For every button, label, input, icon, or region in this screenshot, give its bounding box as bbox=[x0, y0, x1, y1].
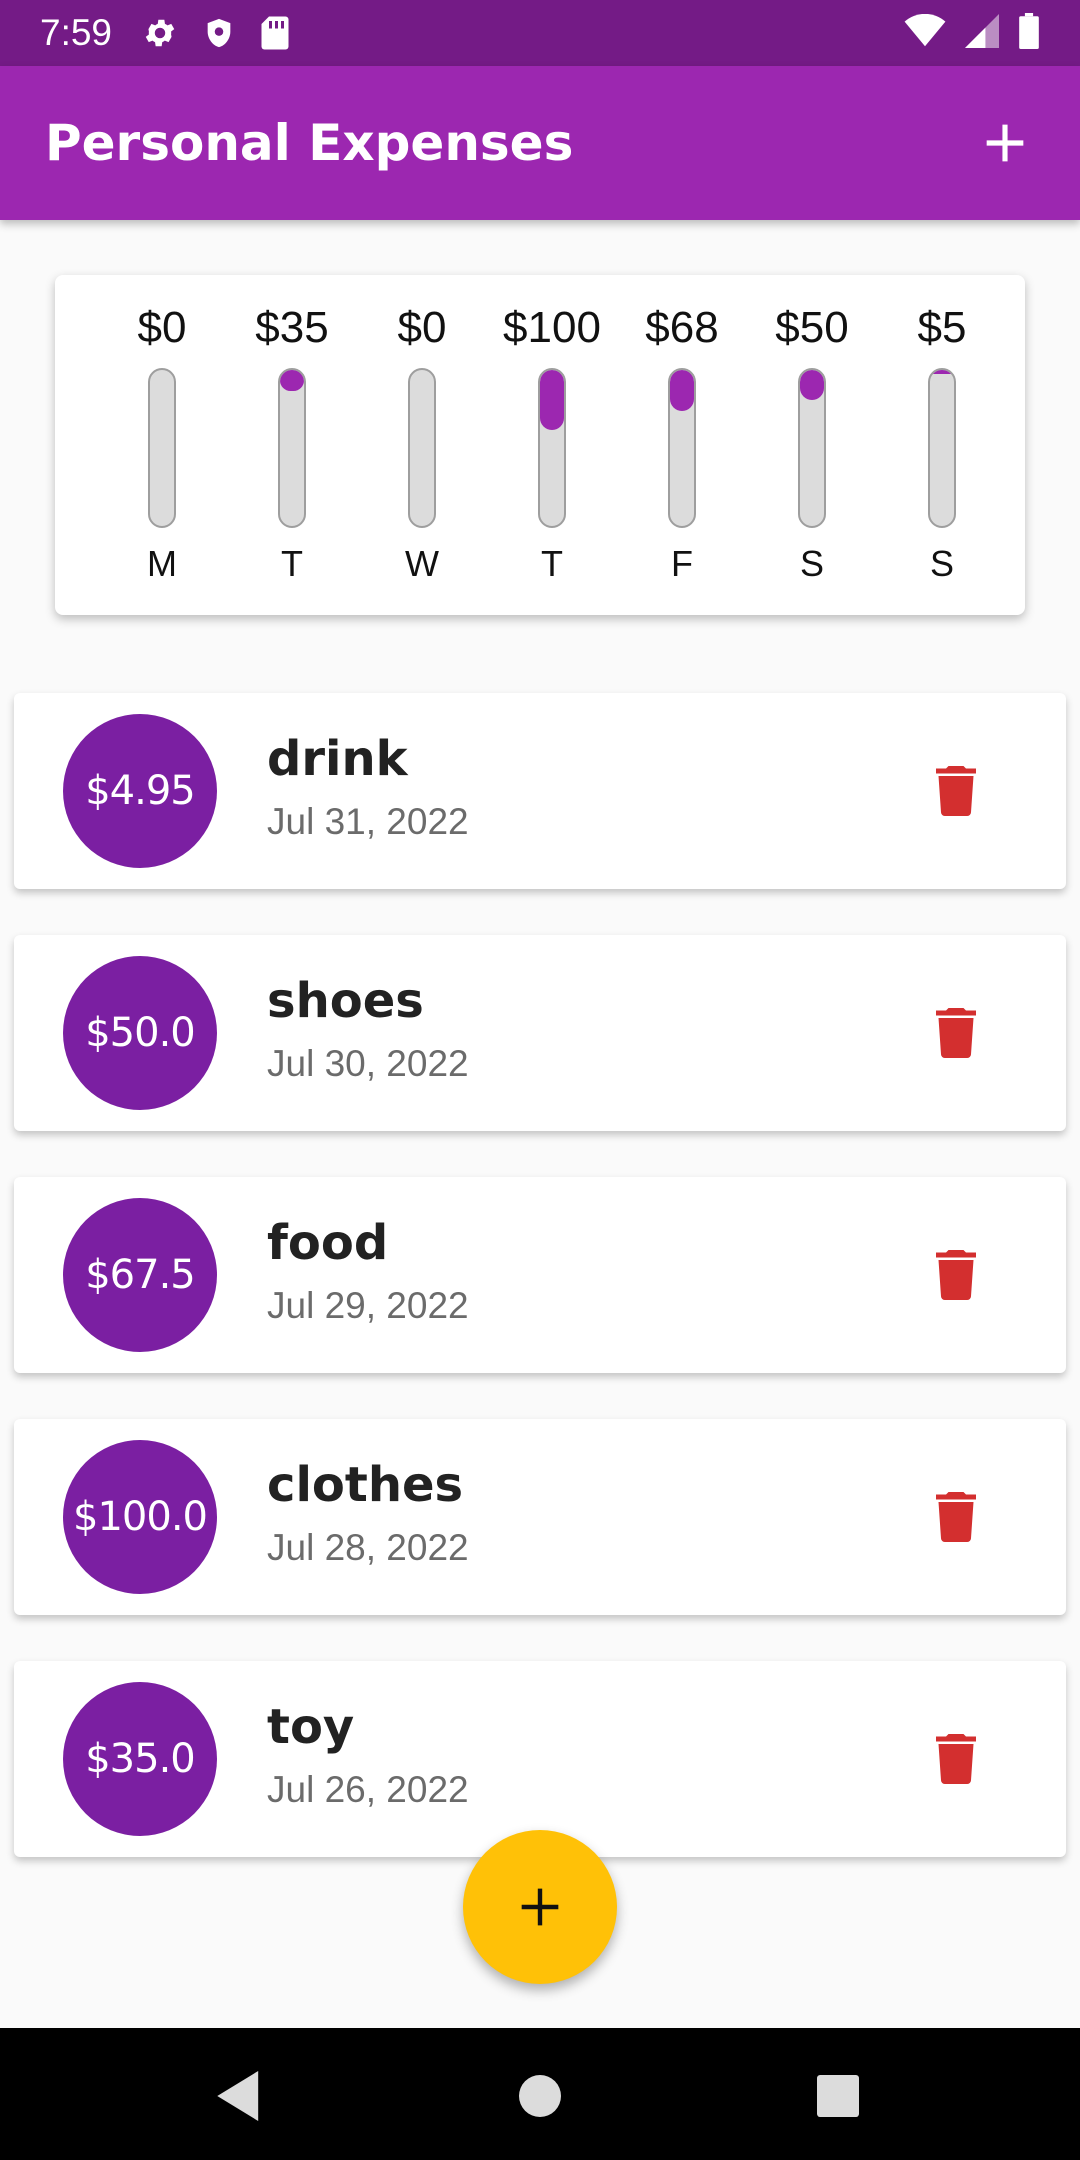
status-right-icons bbox=[904, 12, 1040, 54]
expense-title: food bbox=[267, 1215, 389, 1271]
expense-amount-badge: $4.95 bbox=[63, 714, 217, 868]
home-icon[interactable] bbox=[510, 2066, 570, 2126]
expense-amount-badge: $67.5 bbox=[63, 1198, 217, 1352]
chart-day-column: $0 M bbox=[97, 275, 227, 615]
chart-day-bar-fill bbox=[280, 370, 304, 391]
sd-card-icon bbox=[260, 15, 290, 51]
expense-list-item: $100.0 clothes Jul 28, 2022 bbox=[14, 1419, 1066, 1615]
chart-day-bar bbox=[928, 368, 956, 528]
chart-day-amount: $68 bbox=[645, 303, 719, 352]
chart-day-amount: $5 bbox=[917, 303, 967, 352]
trash-icon bbox=[936, 766, 976, 816]
expense-title: clothes bbox=[267, 1457, 464, 1513]
chart-day-amount: $35 bbox=[255, 303, 329, 352]
trash-icon bbox=[936, 1492, 976, 1542]
chart-day-column: $100 T bbox=[487, 275, 617, 615]
chart-day-label: T bbox=[281, 543, 303, 584]
chart-day-label: T bbox=[541, 543, 563, 584]
chart-day-label: M bbox=[147, 543, 177, 584]
expense-amount-badge: $35.0 bbox=[63, 1682, 217, 1836]
chart-day-column: $0 W bbox=[357, 275, 487, 615]
chart-day-bar-fill bbox=[540, 370, 564, 430]
expense-date: Jul 26, 2022 bbox=[267, 1769, 469, 1810]
chart-day-amount: $50 bbox=[775, 303, 849, 352]
expense-date: Jul 31, 2022 bbox=[267, 801, 469, 842]
app-title: Personal Expenses bbox=[45, 114, 574, 172]
chart-day-bar bbox=[148, 368, 176, 528]
expense-title: drink bbox=[267, 731, 408, 787]
signal-icon bbox=[964, 13, 1000, 53]
expense-title: shoes bbox=[267, 973, 424, 1029]
chart-day-bar-fill bbox=[930, 370, 954, 374]
chart-day-column: $35 T bbox=[227, 275, 357, 615]
nav-bar bbox=[0, 2028, 1080, 2160]
expense-date: Jul 28, 2022 bbox=[267, 1527, 469, 1568]
chart-day-bar bbox=[408, 368, 436, 528]
expense-date: Jul 29, 2022 bbox=[267, 1285, 469, 1326]
expense-list-item: $4.95 drink Jul 31, 2022 bbox=[14, 693, 1066, 889]
status-time: 7:59 bbox=[40, 12, 113, 53]
chart-day-bar bbox=[668, 368, 696, 528]
add-expense-fab[interactable] bbox=[463, 1830, 617, 1984]
chart-day-column: $68 F bbox=[617, 275, 747, 615]
recents-icon[interactable] bbox=[808, 2066, 868, 2126]
delete-expense-button[interactable] bbox=[926, 761, 986, 821]
delete-expense-button[interactable] bbox=[926, 1245, 986, 1305]
chart-day-bar bbox=[538, 368, 566, 528]
chart-day-label: S bbox=[799, 543, 824, 584]
add-icon[interactable] bbox=[975, 113, 1035, 173]
chart-day-bar-fill bbox=[800, 370, 824, 400]
chart-day-amount: $0 bbox=[397, 303, 447, 352]
expense-list-item: $50.0 shoes Jul 30, 2022 bbox=[14, 935, 1066, 1131]
battery-icon bbox=[1018, 12, 1040, 54]
wifi-icon bbox=[904, 13, 946, 53]
status-bar: 7:59 bbox=[0, 0, 1080, 66]
settings-icon bbox=[142, 15, 178, 51]
trash-icon bbox=[936, 1008, 976, 1058]
shield-icon bbox=[202, 15, 236, 51]
chart-day-bar bbox=[798, 368, 826, 528]
chart-day-label: S bbox=[929, 543, 954, 584]
chart-day-column: $5 S bbox=[877, 275, 1007, 615]
chart-day-amount: $0 bbox=[137, 303, 187, 352]
expense-title: toy bbox=[267, 1699, 355, 1755]
expense-list-item: $67.5 food Jul 29, 2022 bbox=[14, 1177, 1066, 1373]
expense-list-item: $35.0 toy Jul 26, 2022 bbox=[14, 1661, 1066, 1857]
expense-date: Jul 30, 2022 bbox=[267, 1043, 469, 1084]
weekly-chart: $0 M $35 T $0 W $100 T $68 F $50 S $5 S bbox=[55, 275, 1025, 615]
screen: 7:59 Personal Expenses $0 M $35 T $0 W $… bbox=[0, 0, 1080, 2160]
back-icon[interactable] bbox=[210, 2066, 270, 2126]
trash-icon bbox=[936, 1734, 976, 1784]
chart-day-label: W bbox=[405, 543, 439, 584]
delete-expense-button[interactable] bbox=[926, 1729, 986, 1789]
chart-day-amount: $100 bbox=[503, 303, 601, 352]
chart-day-column: $50 S bbox=[747, 275, 877, 615]
chart-day-bar-fill bbox=[670, 370, 694, 411]
chart-day-label: F bbox=[671, 543, 693, 584]
expense-amount-badge: $50.0 bbox=[63, 956, 217, 1110]
delete-expense-button[interactable] bbox=[926, 1003, 986, 1063]
trash-icon bbox=[936, 1250, 976, 1300]
delete-expense-button[interactable] bbox=[926, 1487, 986, 1547]
expense-amount-badge: $100.0 bbox=[63, 1440, 217, 1594]
add-icon bbox=[521, 1888, 559, 1926]
chart-day-bar bbox=[278, 368, 306, 528]
app-bar: Personal Expenses bbox=[0, 66, 1080, 220]
